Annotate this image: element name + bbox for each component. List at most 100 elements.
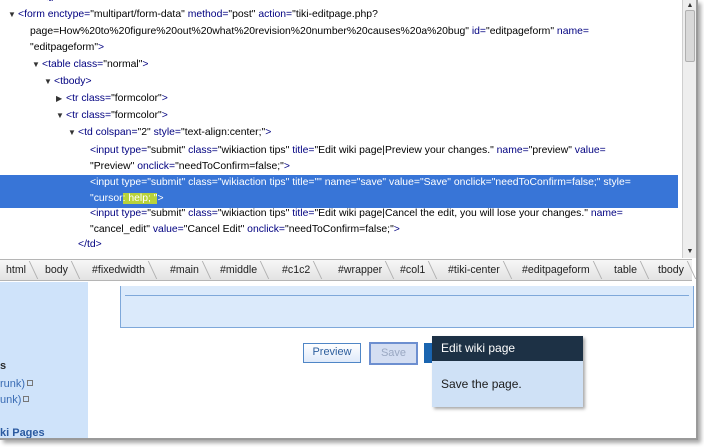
dom-node[interactable]: <input type="submit" class="wikiaction t… [0,206,678,223]
dom-token: type= [121,177,148,188]
breadcrumb-item[interactable]: table [614,260,645,280]
collapse-arrow-icon[interactable]: ▼ [44,74,54,91]
dom-token: > [265,127,272,138]
dom-token: class= [73,59,104,70]
dom-token: <form [18,9,48,20]
dom-token: "save" [356,177,390,188]
dom-token: name= [496,145,529,156]
dom-token: value= [574,145,606,156]
dom-token: "formcolor" [111,93,162,104]
breadcrumb-item[interactable]: body [45,260,76,280]
scrollbar-thumb[interactable] [685,10,695,62]
dom-token: "" [314,177,325,188]
external-link-icon [23,396,30,403]
dom-node[interactable]: </td> [0,237,678,254]
dom-token: <input [90,145,122,156]
dom-token: "post" [228,9,259,20]
dom-token: "editpageform" [486,26,557,37]
dom-token: > [157,193,164,204]
html-inspector-panel: <tr ▼<form enctype="multipart/form-data" … [0,0,692,258]
dom-node[interactable]: <input type="submit" class="wikiaction t… [0,143,678,160]
dom-node[interactable]: ▼ <table class="normal"> [0,57,678,74]
dom-token: "multipart/form-data" [90,9,188,20]
breadcrumb-item[interactable]: #col1 [400,260,433,280]
breadcrumb-item[interactable]: #middle [220,260,265,280]
breadcrumb-item[interactable]: #main [170,260,207,280]
dom-token: > [98,42,105,53]
dom-token: style= [153,127,181,138]
breadcrumb-item[interactable]: #c1c2 [282,260,318,280]
breadcrumb-item[interactable]: html [6,260,34,280]
dom-node[interactable]: "editpageform"> [0,40,678,57]
dom-breadcrumb-bar: html body #fixedwidth #main #middle #c1c2 #wra… [0,259,692,281]
collapse-arrow-icon[interactable]: ▼ [32,57,42,74]
sidebar-link-2-label: unk) [0,394,22,406]
sidebar-link-2[interactable]: unk) [0,394,30,406]
dom-token: "submit" [147,208,189,219]
dom-token: "wikiaction tips" [217,177,293,188]
dom-token: "Edit wiki page|Preview your changes." [314,145,497,156]
dom-token: method= [187,9,229,20]
collapse-arrow-icon[interactable]: ▼ [8,7,18,24]
dom-token: "normal" [103,59,143,70]
dom-token: <td [78,127,96,138]
dom-token: page=How%20to%20figure%20out%20what%20re… [30,26,472,37]
inspector-vertical-scrollbar[interactable]: ▲ ▼ [682,0,696,258]
expand-arrow-icon[interactable]: ▶ [56,91,66,108]
dom-token: action= [258,9,293,20]
dom-token: > [161,110,168,121]
save-button[interactable]: Save [369,342,418,365]
sidebar-link-1[interactable]: runk) [0,378,34,390]
dom-token: title= [292,145,315,156]
breadcrumb-item[interactable]: #fixedwidth [92,260,153,280]
dom-token: class= [81,93,112,104]
breadcrumb-item[interactable]: #tiki-center [448,260,508,280]
dom-token: "tiki-editpage.php? [292,9,378,20]
dom-token: "submit" [147,145,189,156]
dom-token: > [283,161,290,172]
tooltip-title: Edit wiki page [432,336,583,361]
sidebar-fragment-1: s [0,360,7,372]
dom-node[interactable]: ▼ <tbody> [0,74,678,91]
external-link-icon [27,380,34,387]
dom-token: > [142,59,149,70]
dom-node[interactable]: ▼ <tr class="formcolor"> [0,108,678,125]
dom-token: <input [90,177,122,188]
dom-token: "formcolor" [111,110,162,121]
dom-token: style= [603,177,631,188]
dom-token: "Cancel Edit" [183,224,248,235]
dom-token: "cursor [90,193,123,204]
tooltip-body: Save the page. [432,361,583,407]
collapse-arrow-icon[interactable]: ▼ [68,125,78,142]
breadcrumb-item[interactable]: #editpageform [522,260,598,280]
dom-token: <tr [66,110,82,121]
dom-node[interactable]: ▼ <form enctype="multipart/form-data" met… [0,7,678,24]
dom-token: > [161,93,168,104]
dom-token: class= [81,110,112,121]
breadcrumb-item[interactable]: #wrapper [338,260,390,280]
breadcrumb-item[interactable]: tbody [658,260,692,280]
dom-token: colspan= [95,127,138,138]
dom-token: "Preview" [90,161,138,172]
dom-token: <input [90,208,122,219]
dom-node[interactable]: ▶ <tr class="formcolor"> [0,91,678,108]
dom-token: type= [121,208,148,219]
preview-button[interactable]: Preview [303,343,361,363]
dom-token: "Save" [419,177,454,188]
collapse-arrow-icon[interactable]: ▼ [56,108,66,125]
dom-token: "2" [137,127,154,138]
dom-node-selected[interactable]: <input type="submit" class="wikiaction t… [0,175,678,192]
dom-token: onclick= [247,224,286,235]
dom-token: title= [292,208,315,219]
dom-node[interactable]: "Preview" onclick="needToConfirm=false;"… [0,159,678,176]
dom-token: name= [590,208,623,219]
left-sidebar: s runk) unk) ki Pages [0,282,88,438]
dom-node[interactable]: ▼ <td colspan="2" style="text-align:cente… [0,125,678,142]
rendered-page: s runk) unk) ki Pages Preview Save Edit … [0,282,696,438]
dom-node[interactable]: page=How%20to%20figure%20out%20what%20re… [0,24,678,41]
screenshot-frame: <tr ▼<form enctype="multipart/form-data" … [0,0,698,440]
dom-token: onclick= [453,177,492,188]
scroll-down-arrow-icon[interactable]: ▼ [683,246,696,258]
dom-token: name= [324,177,357,188]
dom-token: class= [188,177,218,188]
